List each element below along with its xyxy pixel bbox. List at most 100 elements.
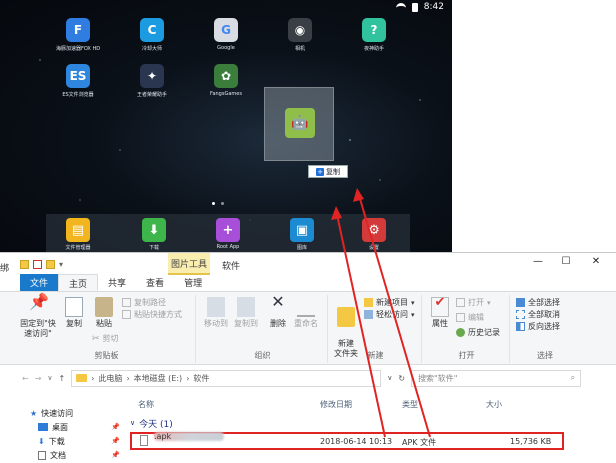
search-placeholder: 搜索"软件" (418, 373, 458, 383)
rename-button[interactable]: 重命名 (290, 297, 322, 329)
group-header-today[interactable]: ∨ 今天 (1) (130, 416, 616, 430)
back-arrow-icon[interactable]: ← (22, 374, 29, 383)
nav-desktop[interactable]: 桌面 📌 (20, 420, 126, 434)
window-title: 软件 (222, 262, 241, 272)
table-row[interactable]: w .apk 2018-06-14 10:13 APK 文件 15,736 KB (130, 431, 564, 450)
app-fangs-games[interactable]: ✿ FangsGames (196, 64, 256, 97)
history-button[interactable]: 历史记录 (456, 327, 500, 338)
dock-app-root-app[interactable]: + Root App (208, 218, 248, 250)
rename-icon (297, 297, 315, 317)
move-to-button[interactable]: 移动到 (200, 297, 232, 329)
app-game-helper[interactable]: ✦ 王者荣耀助手 (122, 64, 182, 98)
app-camera[interactable]: ◉ 相机 (270, 18, 330, 52)
quick-access-toolbar: ▾ (20, 259, 63, 269)
dock-app-settings[interactable]: ⚙ 设置 (354, 218, 394, 251)
tab-view[interactable]: 查看 (136, 274, 174, 291)
app-dock: ▤ 文件管理器 ⬇ 下载 + Root App ▣ 图库 ⚙ 设置 (46, 214, 410, 256)
search-box[interactable]: 搜索"软件" ⌕ (411, 369, 582, 387)
refresh-icon[interactable]: ↻ (398, 374, 405, 383)
toolbar-dropdown-icon[interactable]: ▾ (59, 260, 63, 269)
download-arrow-icon: ⬇ (38, 436, 45, 446)
copy-path-button[interactable]: 复制路径 (122, 297, 166, 308)
address-bar-row: ← → ∨ ↑ › 此电脑 › 本地磁盘 (E:) › 软件 ∨ ↻ 搜索"软件… (0, 365, 616, 391)
paste-shortcut-button[interactable]: 粘贴快捷方式 (122, 309, 182, 320)
cleaner-app-icon: C (140, 18, 164, 42)
open-icon (456, 298, 465, 307)
crumb-software[interactable]: 软件 (193, 373, 209, 384)
invert-selection-button[interactable]: 反向选择 (516, 321, 560, 332)
dock-app-gallery[interactable]: ▣ 图库 (282, 218, 322, 251)
column-date-modified[interactable]: 修改日期 (320, 399, 352, 410)
column-type[interactable]: 类型 (402, 399, 418, 410)
open-button[interactable]: 打开 ▾ (456, 297, 491, 308)
folder-icon[interactable] (20, 259, 29, 269)
paste-button[interactable]: 粘贴 (88, 297, 120, 329)
select-none-button[interactable]: 全部取消 (516, 309, 560, 320)
new-group-label: 新建 (367, 351, 384, 360)
close-icon[interactable]: ✕ (586, 256, 606, 267)
edit-button[interactable]: 编辑 (456, 312, 484, 323)
root-app-icon: + (216, 218, 240, 242)
up-arrow-icon[interactable]: ↑ (59, 374, 66, 383)
select-all-button[interactable]: 全部选择 (516, 297, 560, 308)
tab-share[interactable]: 共享 (98, 274, 136, 291)
nav-downloads[interactable]: ⬇ 下载 📌 (20, 434, 126, 448)
copy-button[interactable]: 复制 (58, 297, 90, 329)
select-none-label: 全部取消 (528, 310, 560, 319)
address-dropdown-icon[interactable]: ∨ (387, 374, 392, 382)
app-es-file-explorer[interactable]: ES ES文件浏览器 (48, 64, 108, 98)
new-folder-icon[interactable] (46, 259, 55, 269)
app-label: Google (217, 45, 235, 51)
copy-label: 复制 (66, 319, 82, 328)
open-group-label: 打开 (458, 351, 475, 360)
file-explorer-window: 绑 ▾ 图片工具 软件 — ☐ ✕ 文件 主页 共享 查看 管理 📌 固定到"快… (0, 252, 616, 462)
dock-app-download[interactable]: ⬇ 下载 (134, 218, 174, 251)
column-headers: 名称 修改日期 类型 大小 (130, 392, 616, 416)
crumb-local-disk[interactable]: 本地磁盘 (E:) (134, 373, 183, 384)
column-size[interactable]: 大小 (486, 399, 502, 410)
history-dropdown-icon[interactable]: ∨ (47, 374, 52, 382)
minimize-icon[interactable]: — (528, 256, 548, 267)
nav-quick-access[interactable]: ★ 快速访问 (20, 406, 126, 420)
new-item-button[interactable]: 新建项目 ▾ (364, 297, 415, 308)
app-google[interactable]: G Google (196, 18, 256, 51)
crumb-this-pc[interactable]: 此电脑 (98, 373, 122, 384)
search-icon: ⌕ (570, 373, 576, 382)
app-fox-hd[interactable]: F 海豚加速器FOX HD (48, 18, 108, 52)
dock-app-file-manager[interactable]: ▤ 文件管理器 (58, 218, 98, 251)
cut-button[interactable]: ✂ 剪切 (92, 333, 119, 344)
status-time: 8:42 (423, 2, 444, 12)
app-label: 王者荣耀助手 (136, 92, 167, 98)
es-file-explorer-icon: ES (66, 64, 90, 88)
tab-file[interactable]: 文件 (20, 274, 59, 291)
properties-button[interactable]: ✔ 属性 (424, 296, 456, 329)
download-icon: ⬇ (142, 218, 166, 242)
picture-tools-context-tab[interactable]: 图片工具 (168, 253, 210, 275)
ribbon-tabs: 文件 主页 共享 查看 管理 (0, 274, 616, 292)
copy-to-button[interactable]: 复制到 (230, 297, 262, 329)
tab-manage[interactable]: 管理 (174, 274, 212, 291)
easy-access-button[interactable]: 轻松访问 ▾ (364, 309, 415, 320)
pin-quick-access-button[interactable]: 📌 固定到"快速访问" (18, 294, 58, 339)
file-date: 2018-06-14 10:13 (320, 437, 393, 446)
dragged-apk-preview[interactable]: 🤖 (264, 87, 334, 161)
forward-arrow-icon[interactable]: → (35, 374, 42, 383)
properties-check-big-icon: ✔ (431, 296, 449, 317)
game-helper-icon: ✦ (140, 64, 164, 88)
edit-label: 编辑 (468, 313, 484, 322)
tab-home[interactable]: 主页 (58, 274, 99, 291)
column-name[interactable]: 名称 (138, 399, 154, 410)
pin-label: 固定到"快速访问" (20, 319, 56, 338)
invert-selection-icon (516, 322, 525, 331)
camera-icon: ◉ (288, 18, 312, 42)
app-helper[interactable]: ? 夜神助手 (344, 18, 404, 52)
nav-label: 下载 (48, 436, 65, 446)
properties-check-icon[interactable] (33, 259, 42, 269)
app-cleaner[interactable]: C 冷却大师 (122, 18, 182, 52)
organize-group: 移动到 复制到 ✕ 删除 重命名 组织 (198, 294, 328, 363)
fox-app-icon: F (66, 18, 90, 42)
nav-documents[interactable]: 文档 📌 (20, 448, 126, 462)
page-dot-active (212, 202, 215, 205)
maximize-icon[interactable]: ☐ (556, 256, 576, 267)
address-breadcrumb[interactable]: › 此电脑 › 本地磁盘 (E:) › 软件 (71, 369, 382, 387)
